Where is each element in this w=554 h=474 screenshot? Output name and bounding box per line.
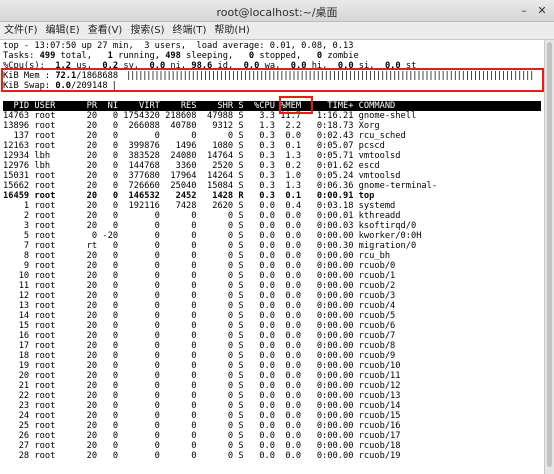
mem-value: 72.1: [55, 71, 77, 81]
cpu-sy: 0.2: [102, 61, 119, 71]
cpu-si: 0.0: [337, 61, 354, 71]
window-controls: – ✕: [516, 3, 550, 18]
cpu-id: 98.6: [191, 61, 213, 71]
tasks-line: Tasks: 499 total, 1 running, 498 sleepin…: [3, 51, 359, 61]
terminal-output[interactable]: top - 13:07:50 up 27 min, 3 users, load …: [0, 40, 544, 474]
uptime-line: top - 13:07:50 up 27 min, 3 users, load …: [3, 41, 354, 51]
process-row: 15031 root 20 0 377680 17964 14264 S 0.3…: [3, 171, 401, 181]
tasks-sleeping: 498: [165, 51, 181, 61]
process-row: 12934 lbh 20 0 383528 24080 14764 S 0.3 …: [3, 151, 401, 161]
process-row: 8 root 20 0 0 0 0 S 0.0 0.0 0:00.00 rcu_…: [3, 251, 391, 261]
scrollbar-thumb[interactable]: [547, 42, 552, 467]
cpu-wa: 0.0: [243, 61, 260, 71]
mem-total: 1868688: [81, 71, 119, 81]
process-row: 16459 root 20 0 146532 2452 1428 R 0.3 0…: [3, 191, 375, 201]
process-row: 2 root 20 0 0 0 0 S 0.0 0.0 0:00.01 kthr…: [3, 211, 401, 221]
cpu-wa-suffix: wa,: [259, 61, 291, 71]
process-row: 12976 lbh 20 0 144768 3360 2520 S 0.3 0.…: [3, 161, 380, 171]
swap-label: KiB Swap:: [3, 81, 56, 91]
process-row: 15662 root 20 0 726660 25040 15084 S 0.3…: [3, 181, 438, 191]
swap-usage-bar: |: [107, 81, 117, 91]
menu-help[interactable]: 帮助(H): [214, 22, 249, 39]
process-row: 14763 root 20 0 1754320 218608 47988 S 3…: [3, 111, 417, 121]
cpu-us: 1.2: [55, 61, 72, 71]
process-row: 22 root 20 0 0 0 0 S 0.0 0.0 0:00.00 rcu…: [3, 391, 401, 401]
process-row: 7 root rt 0 0 0 0 S 0.0 0.0 0:00.30 migr…: [3, 241, 417, 251]
process-row: 21 root 20 0 0 0 0 S 0.0 0.0 0:00.00 rcu…: [3, 381, 401, 391]
menu-bar: 文件(F) 编辑(E) 查看(V) 搜索(S) 终端(T) 帮助(H): [0, 22, 554, 40]
process-row: 9 root 20 0 0 0 0 S 0.0 0.0 0:00.00 rcuo…: [3, 261, 396, 271]
cpu-id-suffix: id,: [212, 61, 244, 71]
menu-file[interactable]: 文件(F): [4, 22, 38, 39]
process-row: 20 root 20 0 0 0 0 S 0.0 0.0 0:00.00 rcu…: [3, 371, 401, 381]
window-title: root@localhost:~/桌面: [216, 6, 338, 19]
column-header-bar: PID USER PR NI VIRT RES SHR S %CPU %MEM …: [3, 101, 541, 111]
process-row: 24 root 20 0 0 0 0 S 0.0 0.0 0:00.00 rcu…: [3, 411, 401, 421]
mem-label: KiB Mem :: [3, 71, 56, 81]
mem-usage-bar: ||||||||||||||||||||||||||||||||||||||||…: [118, 71, 534, 81]
cpu-us-suffix: us,: [71, 61, 103, 71]
process-row: 3 root 20 0 0 0 0 S 0.0 0.0 0:00.03 ksof…: [3, 221, 417, 231]
process-row: 25 root 20 0 0 0 0 S 0.0 0.0 0:00.00 rcu…: [3, 421, 401, 431]
process-row: 23 root 20 0 0 0 0 S 0.0 0.0 0:00.00 rcu…: [3, 401, 401, 411]
tasks-sleeping-suffix: sleeping,: [180, 51, 249, 61]
process-row: 5 root 0 -20 0 0 0 S 0.0 0.0 0:00.00 kwo…: [3, 231, 422, 241]
tasks-zombie-suffix: zombie: [322, 51, 359, 61]
process-row: 14 root 20 0 0 0 0 S 0.0 0.0 0:00.00 rcu…: [3, 311, 396, 321]
cpu-label: %Cpu(s):: [3, 61, 56, 71]
process-row: 16 root 20 0 0 0 0 S 0.0 0.0 0:00.00 rcu…: [3, 331, 396, 341]
swap-line: KiB Swap: 0.0/209148 |: [3, 81, 117, 91]
cpu-ni-suffix: ni,: [165, 61, 192, 71]
swap-total: 209148: [76, 81, 108, 91]
minimize-button[interactable]: –: [516, 3, 532, 18]
close-button[interactable]: ✕: [534, 3, 550, 18]
scrollbar[interactable]: [544, 40, 554, 474]
process-row: 137 root 20 0 0 0 0 S 0.3 0.0 0:02.43 rc…: [3, 131, 406, 141]
tasks-label: Tasks:: [3, 51, 40, 61]
process-row: 1 root 20 0 192116 7428 2620 S 0.0 0.4 0…: [3, 201, 396, 211]
process-row: 19 root 20 0 0 0 0 S 0.0 0.0 0:00.00 rcu…: [3, 361, 401, 371]
tasks-running-suffix: running,: [112, 51, 166, 61]
cpu-st-suffix: st: [400, 61, 417, 71]
process-row: 27 root 20 0 0 0 0 S 0.0 0.0 0:00.00 rcu…: [3, 441, 401, 451]
tasks-total-suffix: total,: [55, 51, 108, 61]
tasks-total: 499: [39, 51, 56, 61]
process-row: 15 root 20 0 0 0 0 S 0.0 0.0 0:00.00 rcu…: [3, 321, 396, 331]
cpu-hi-suffix: hi,: [306, 61, 338, 71]
cpu-hi: 0.0: [290, 61, 307, 71]
process-row: 10 root 20 0 0 0 0 S 0.0 0.0 0:00.00 rcu…: [3, 271, 396, 281]
cpu-ni: 0.0: [149, 61, 166, 71]
window-titlebar[interactable]: root@localhost:~/桌面 – ✕: [0, 0, 554, 22]
process-row: 18 root 20 0 0 0 0 S 0.0 0.0 0:00.00 rcu…: [3, 351, 396, 361]
cpu-st: 0.0: [384, 61, 401, 71]
process-row: 12163 root 20 0 399876 1496 1080 S 0.3 0…: [3, 141, 385, 151]
column-header: PID USER PR NI VIRT RES SHR S %CPU %MEM …: [3, 101, 396, 111]
cpu-sy-suffix: sy,: [118, 61, 150, 71]
process-row: 11 root 20 0 0 0 0 S 0.0 0.0 0:00.00 rcu…: [3, 281, 396, 291]
process-row: 12 root 20 0 0 0 0 S 0.0 0.0 0:00.00 rcu…: [3, 291, 396, 301]
process-row: 17 root 20 0 0 0 0 S 0.0 0.0 0:00.00 rcu…: [3, 341, 396, 351]
process-row: 13896 root 20 0 266088 40780 9312 S 1.3 …: [3, 121, 380, 131]
menu-search[interactable]: 搜索(S): [130, 22, 164, 39]
mem-line: KiB Mem : 72.1/1868688 |||||||||||||||||…: [3, 71, 534, 81]
process-row: 26 root 20 0 0 0 0 S 0.0 0.0 0:00.00 rcu…: [3, 431, 401, 441]
process-row: 13 root 20 0 0 0 0 S 0.0 0.0 0:00.00 rcu…: [3, 301, 396, 311]
tasks-stopped-suffix: stopped,: [254, 51, 317, 61]
cpu-si-suffix: si,: [353, 61, 385, 71]
menu-edit[interactable]: 编辑(E): [46, 22, 80, 39]
swap-value: 0.0: [55, 81, 72, 91]
cpu-line: %Cpu(s): 1.2 us, 0.2 sy, 0.0 ni, 98.6 id…: [3, 61, 416, 71]
process-row: 28 root 20 0 0 0 0 S 0.0 0.0 0:00.00 rcu…: [3, 451, 401, 461]
menu-view[interactable]: 查看(V): [88, 22, 123, 39]
menu-terminal[interactable]: 终端(T): [173, 22, 207, 39]
